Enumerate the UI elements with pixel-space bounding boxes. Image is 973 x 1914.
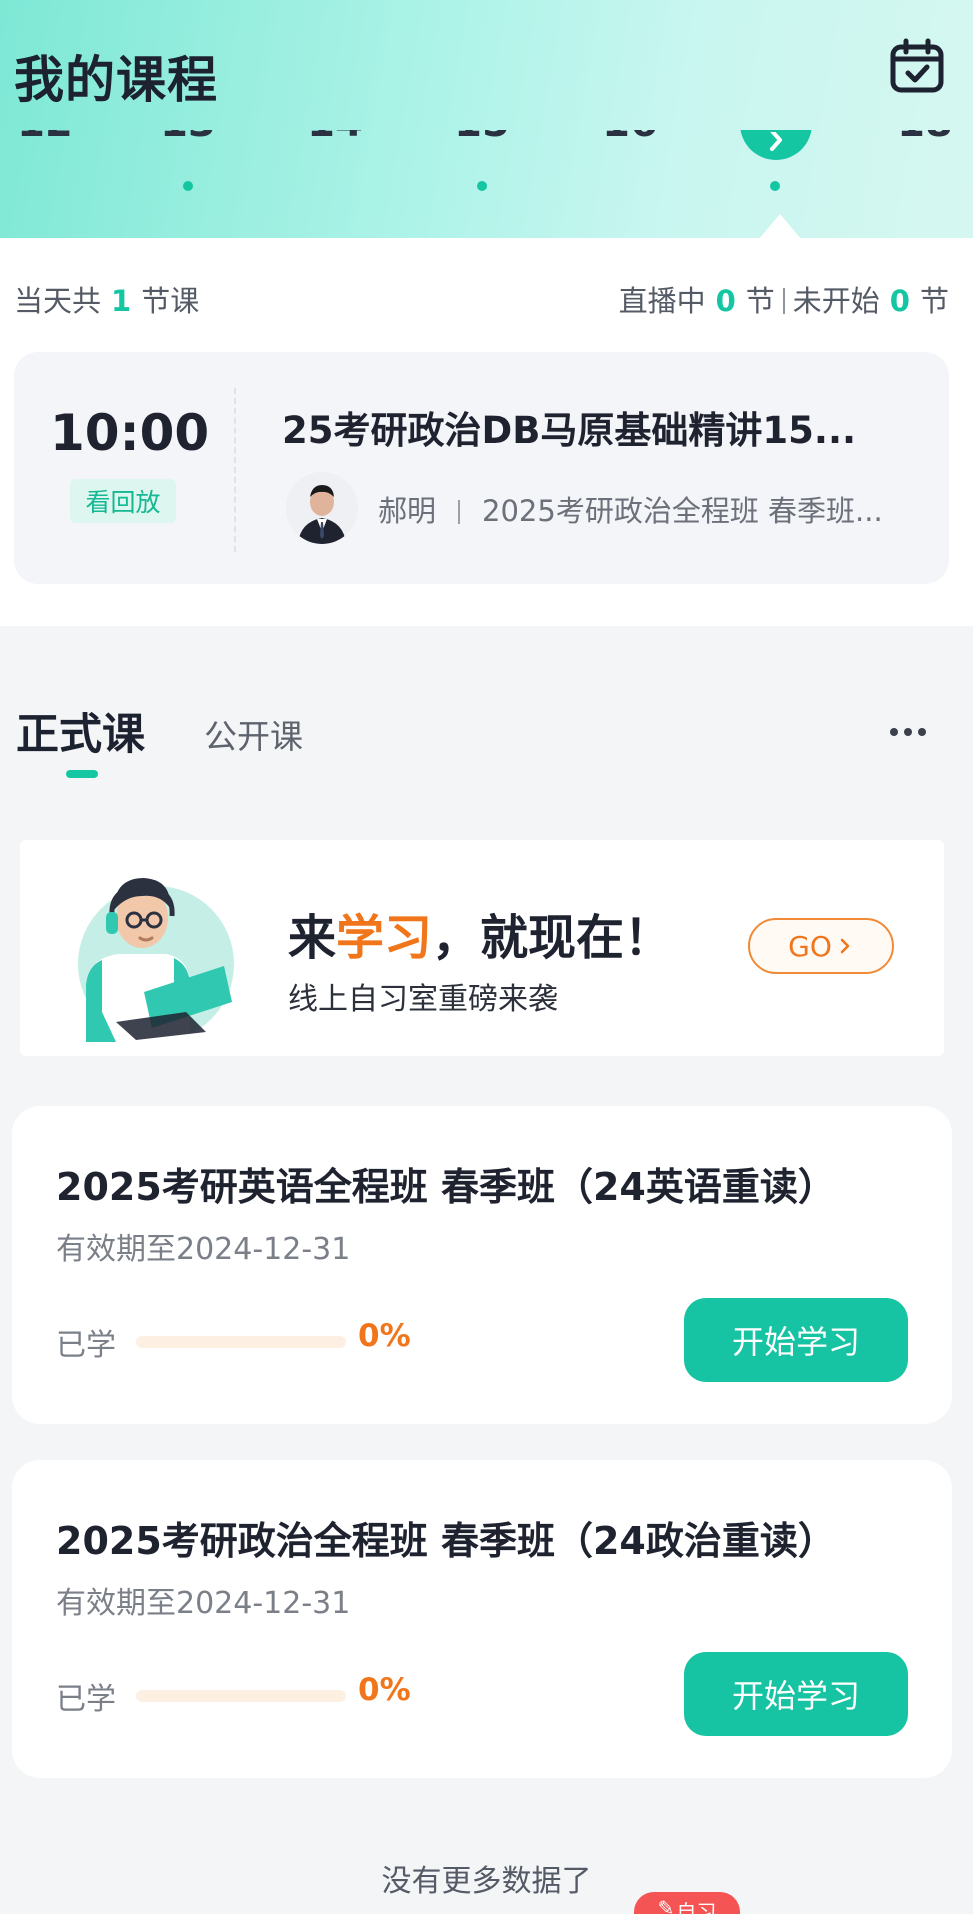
course-validity: 有效期至2024-12-31 bbox=[56, 1232, 351, 1267]
page-title: 我的课程 bbox=[14, 51, 218, 109]
more-dots-icon[interactable] bbox=[880, 712, 936, 752]
tab-formal-course[interactable]: 正式课 bbox=[16, 700, 145, 762]
go-label: GO bbox=[788, 929, 832, 963]
divider bbox=[458, 500, 461, 524]
lesson-meta: 郝明 2025考研政治全程班 春季班... bbox=[378, 488, 938, 530]
lesson-count: 1 bbox=[111, 284, 132, 318]
self-study-label: 自习 bbox=[676, 1900, 717, 1914]
student-illustration bbox=[56, 862, 246, 1042]
date-strip: 12 13 14 15 16 18 bbox=[0, 130, 973, 200]
tab-public-course[interactable]: 公开课 bbox=[204, 710, 303, 758]
dot bbox=[918, 728, 926, 736]
has-class-dot bbox=[183, 181, 193, 191]
date-number: 15 bbox=[437, 130, 527, 146]
calendar-button[interactable] bbox=[886, 36, 948, 98]
date-cell-selected[interactable] bbox=[730, 130, 820, 200]
headline-highlight: 学习 bbox=[336, 910, 433, 966]
learned-label: 已学 bbox=[56, 1682, 116, 1717]
teacher-portrait-icon bbox=[286, 472, 358, 544]
status-summary: 直播中 0 节未开始 0 节 bbox=[619, 278, 949, 320]
start-learning-button[interactable]: 开始学习 bbox=[684, 1298, 908, 1382]
divider bbox=[782, 288, 785, 314]
active-tab-indicator bbox=[66, 770, 98, 778]
course-name: 2025考研政治全程班 春季班... bbox=[482, 494, 883, 528]
chevron-right-icon bbox=[840, 938, 850, 954]
date-cell[interactable]: 16 bbox=[585, 130, 675, 200]
pending-suffix: 节 bbox=[919, 284, 949, 318]
has-class-dot bbox=[477, 181, 487, 191]
lesson-title: 25考研政治DB马原基础精讲15... bbox=[282, 409, 857, 452]
course-validity: 有效期至2024-12-31 bbox=[56, 1586, 351, 1621]
start-learning-button[interactable]: 开始学习 bbox=[684, 1652, 908, 1736]
no-more-data: 没有更多数据了 bbox=[381, 1864, 592, 1899]
check-icon bbox=[770, 132, 782, 151]
pending-label: 未开始 bbox=[792, 284, 880, 318]
lesson-card[interactable]: 10:00 看回放 25考研政治DB马原基础精讲15... 郝明 2025考研政治… bbox=[14, 352, 949, 584]
pencil-icon: ✎ bbox=[657, 1896, 675, 1914]
summary-suffix: 节课 bbox=[141, 284, 200, 318]
self-study-banner[interactable]: 来学习，就现在！ 线上自习室重磅来袭 GO bbox=[20, 840, 944, 1056]
headline-suffix: ，就现在！ bbox=[432, 910, 673, 966]
banner-headline: 来学习，就现在！ bbox=[288, 898, 672, 968]
course-card[interactable]: 2025考研英语全程班 春季班（24英语重读） 有效期至2024-12-31 已… bbox=[12, 1106, 952, 1424]
date-number: 18 bbox=[880, 130, 970, 146]
date-number: 16 bbox=[585, 130, 675, 146]
date-number: 14 bbox=[290, 130, 380, 146]
teacher-avatar bbox=[286, 472, 358, 544]
course-card[interactable]: 2025考研政治全程班 春季班（24政治重读） 有效期至2024-12-31 已… bbox=[12, 1460, 952, 1778]
summary-prefix: 当天共 bbox=[14, 284, 102, 318]
go-button[interactable]: GO bbox=[748, 918, 894, 974]
header: 我的课程 12 13 14 15 16 bbox=[0, 0, 973, 240]
course-tabs: 正式课 公开课 bbox=[0, 690, 973, 780]
calendar-check-icon bbox=[890, 38, 944, 93]
live-count: 0 bbox=[715, 284, 736, 318]
date-cell[interactable]: 18 bbox=[880, 130, 970, 200]
live-suffix: 节 bbox=[745, 284, 775, 318]
selected-date-pointer bbox=[758, 214, 802, 240]
self-study-floating-tag[interactable]: ✎ 自习 bbox=[634, 1892, 740, 1914]
divider bbox=[234, 388, 236, 552]
live-label: 直播中 bbox=[618, 284, 706, 318]
day-summary: 当天共 1 节课 bbox=[14, 278, 199, 320]
course-title: 2025考研政治全程班 春季班（24政治重读） bbox=[56, 1519, 836, 1563]
replay-badge[interactable]: 看回放 bbox=[70, 479, 176, 523]
lesson-time: 10:00 bbox=[50, 404, 210, 462]
headline-prefix: 来 bbox=[288, 910, 337, 966]
date-cell[interactable]: 13 bbox=[143, 130, 233, 200]
date-cell[interactable]: 15 bbox=[437, 130, 527, 200]
teacher-name: 郝明 bbox=[378, 494, 437, 528]
progress-bar bbox=[136, 1336, 346, 1348]
date-cell[interactable]: 14 bbox=[290, 130, 380, 200]
pending-count: 0 bbox=[889, 284, 910, 318]
course-title: 2025考研英语全程班 春季班（24英语重读） bbox=[56, 1165, 836, 1209]
dot bbox=[904, 728, 912, 736]
selected-date-circle bbox=[740, 130, 812, 160]
progress-percent: 0% bbox=[358, 1672, 411, 1708]
dot bbox=[890, 728, 898, 736]
progress-percent: 0% bbox=[358, 1318, 411, 1354]
date-number: 12 bbox=[0, 130, 90, 146]
today-panel: 当天共 1 节课 直播中 0 节未开始 0 节 10:00 看回放 25考研政治DB马原基础… bbox=[0, 238, 973, 626]
student-laptop-icon bbox=[78, 878, 234, 1042]
banner-subtitle: 线上自习室重磅来袭 bbox=[288, 982, 558, 1017]
date-cell[interactable]: 12 bbox=[0, 130, 90, 200]
has-class-dot bbox=[770, 181, 780, 191]
learned-label: 已学 bbox=[56, 1328, 116, 1363]
progress-bar bbox=[136, 1690, 346, 1702]
date-number: 13 bbox=[143, 130, 233, 146]
